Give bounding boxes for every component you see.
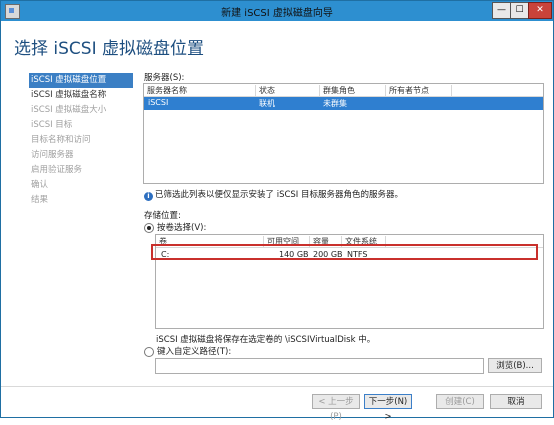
browse-button[interactable]: 浏览(B)...	[488, 358, 542, 373]
filter-info-text: 已筛选此列表以便仅显示安装了 iSCSI 目标服务器角色的服务器。	[155, 190, 404, 200]
minimize-button[interactable]: —	[492, 2, 511, 19]
page-title: 选择 iSCSI 虚拟磁盘位置	[14, 39, 204, 59]
table-row[interactable]: iSCSI 联机 未群集	[144, 97, 543, 110]
server-cluster-role-cell: 未群集	[323, 99, 347, 108]
custom-path-label[interactable]: 键入自定义路径(T):	[157, 345, 231, 357]
column-header-cluster-role[interactable]: 群集角色	[320, 85, 386, 96]
column-header-status[interactable]: 状态	[256, 85, 320, 96]
column-header-server-name[interactable]: 服务器名称	[144, 85, 256, 96]
cancel-button[interactable]: 取消	[490, 394, 542, 409]
nav-step-disk-name[interactable]: iSCSI 虚拟磁盘名称	[29, 88, 133, 103]
close-button[interactable]: ✕	[528, 2, 552, 19]
nav-step-access-servers: 访问服务器	[31, 150, 74, 160]
column-header-owner-node[interactable]: 所有者节点	[386, 85, 452, 96]
servers-table: 服务器名称 状态 群集角色 所有者节点 iSCSI 联机 未群集	[143, 83, 544, 184]
select-by-volume-radio[interactable]	[144, 223, 154, 233]
nav-step-target-name: 目标名称和访问	[31, 135, 91, 145]
next-button[interactable]: 下一步(N) >	[364, 394, 412, 422]
custom-path-input[interactable]	[155, 358, 484, 374]
custom-path-radio[interactable]	[144, 347, 154, 357]
wizard-steps-nav: iSCSI 虚拟磁盘位置 iSCSI 虚拟磁盘名称 iSCSI 虚拟磁盘大小 i…	[29, 73, 133, 208]
storage-location-label: 存储位置:	[144, 211, 181, 221]
volume-highlight-box	[151, 244, 538, 260]
info-icon: i	[144, 192, 153, 201]
filter-info-message: i 已筛选此列表以便仅显示安装了 iSCSI 目标服务器角色的服务器。	[144, 188, 403, 201]
server-name-cell: iSCSI	[148, 98, 169, 107]
save-location-note: iSCSI 虚拟磁盘将保存在选定卷的 \iSCSIVirtualDisk 中。	[156, 335, 376, 345]
wizard-window: 新建 iSCSI 虚拟磁盘向导 — ☐ ✕ 选择 iSCSI 虚拟磁盘位置 iS…	[0, 0, 554, 422]
servers-table-header: 服务器名称 状态 群集角色 所有者节点	[144, 84, 543, 97]
previous-button[interactable]: < 上一步(P)	[312, 394, 360, 422]
server-status-cell: 联机	[259, 99, 275, 108]
nav-step-confirm: 确认	[31, 180, 49, 190]
nav-step-results: 结果	[31, 195, 49, 205]
footer-divider	[1, 386, 553, 387]
servers-label: 服务器(S):	[144, 73, 185, 83]
nav-step-disk-location[interactable]: iSCSI 虚拟磁盘位置	[29, 73, 133, 88]
nav-step-auth: 启用验证服务	[31, 165, 83, 175]
select-by-volume-label[interactable]: 按卷选择(V):	[157, 221, 206, 233]
create-button[interactable]: 创建(C)	[436, 394, 484, 409]
title-bar: 新建 iSCSI 虚拟磁盘向导 — ☐ ✕	[1, 1, 553, 21]
window-title: 新建 iSCSI 虚拟磁盘向导	[221, 8, 333, 19]
nav-step-disk-size: iSCSI 虚拟磁盘大小	[31, 105, 107, 115]
nav-step-iscsi-target: iSCSI 目标	[31, 120, 73, 130]
maximize-button[interactable]: ☐	[510, 2, 529, 19]
